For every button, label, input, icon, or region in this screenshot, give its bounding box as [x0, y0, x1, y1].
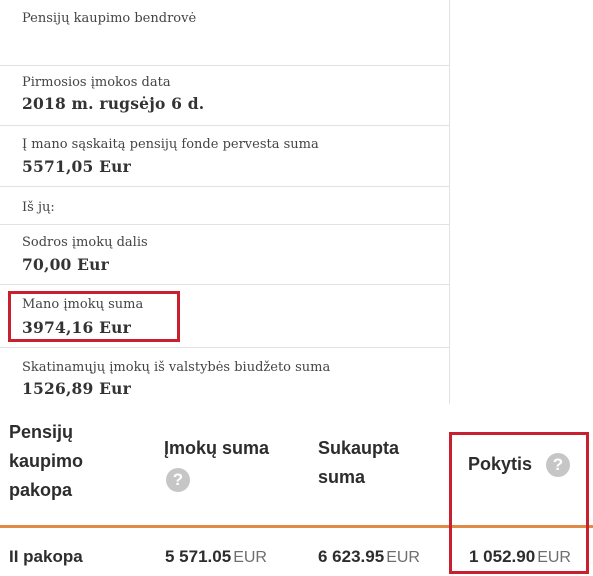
transferred-sum-value: 5571,05 Eur — [22, 157, 131, 176]
pension-company-row: Pensijų kaupimo bendrovė — [0, 0, 450, 66]
row-pension-tier: II pakopa — [9, 547, 83, 566]
highlight-box-my-contributions — [8, 291, 180, 342]
of-which-row: Iš jų: — [0, 187, 450, 225]
contributions-amount: 5 571.05 — [165, 547, 232, 566]
first-payment-value: 2018 m. rugsėjo 6 d. — [22, 94, 205, 113]
currency-unit: EUR — [233, 549, 267, 566]
currency-unit: EUR — [386, 549, 420, 566]
state-contributions-row: Skatinamųjų įmokų iš valstybės biudžeto … — [0, 348, 450, 404]
transferred-sum-label: Į mano sąskaitą pensijų fonde pervesta s… — [22, 137, 319, 152]
pension-summary-table: Pensijų kaupimo pakopa Įmokų suma ? Suka… — [0, 404, 593, 576]
row-contributions-sum: 5 571.05 EUR — [165, 547, 267, 567]
header-pension-tier-line: pakopa — [9, 480, 73, 500]
help-icon[interactable]: ? — [166, 468, 190, 492]
state-contributions-value: 1526,89 Eur — [22, 379, 131, 398]
header-contributions-sum: Įmokų suma — [164, 438, 270, 458]
state-contributions-label: Skatinamųjų įmokų iš valstybės biudžeto … — [22, 360, 331, 375]
transferred-sum-row: Į mano sąskaitą pensijų fonde pervesta s… — [0, 126, 450, 187]
first-payment-row: Pirmosios įmokos data 2018 m. rugsėjo 6 … — [0, 66, 450, 126]
header-pension-tier-line: kaupimo — [9, 451, 84, 471]
sodra-share-row: Sodros įmokų dalis 70,00 Eur — [0, 225, 450, 285]
header-pension-tier-line: Pensijų — [9, 422, 74, 442]
pension-company-label: Pensijų kaupimo bendrovė — [22, 11, 197, 26]
sodra-share-label: Sodros įmokų dalis — [22, 235, 148, 250]
first-payment-label: Pirmosios įmokos data — [22, 75, 171, 90]
of-which-label: Iš jų: — [22, 200, 55, 215]
accumulated-amount: 6 623.95 — [318, 547, 385, 566]
highlight-box-change — [449, 432, 589, 574]
header-pension-tier: Pensijų kaupimo pakopa — [9, 418, 83, 505]
header-accumulated-sum: Sukaupta suma — [318, 434, 399, 492]
pension-info-panel: Pensijų kaupimo bendrovė Pirmosios įmoko… — [0, 0, 450, 404]
row-accumulated-sum: 6 623.95 EUR — [318, 547, 420, 567]
header-accumulated-line: suma — [318, 467, 366, 487]
sodra-share-value: 70,00 Eur — [22, 255, 109, 274]
header-accumulated-line: Sukaupta — [318, 438, 400, 458]
